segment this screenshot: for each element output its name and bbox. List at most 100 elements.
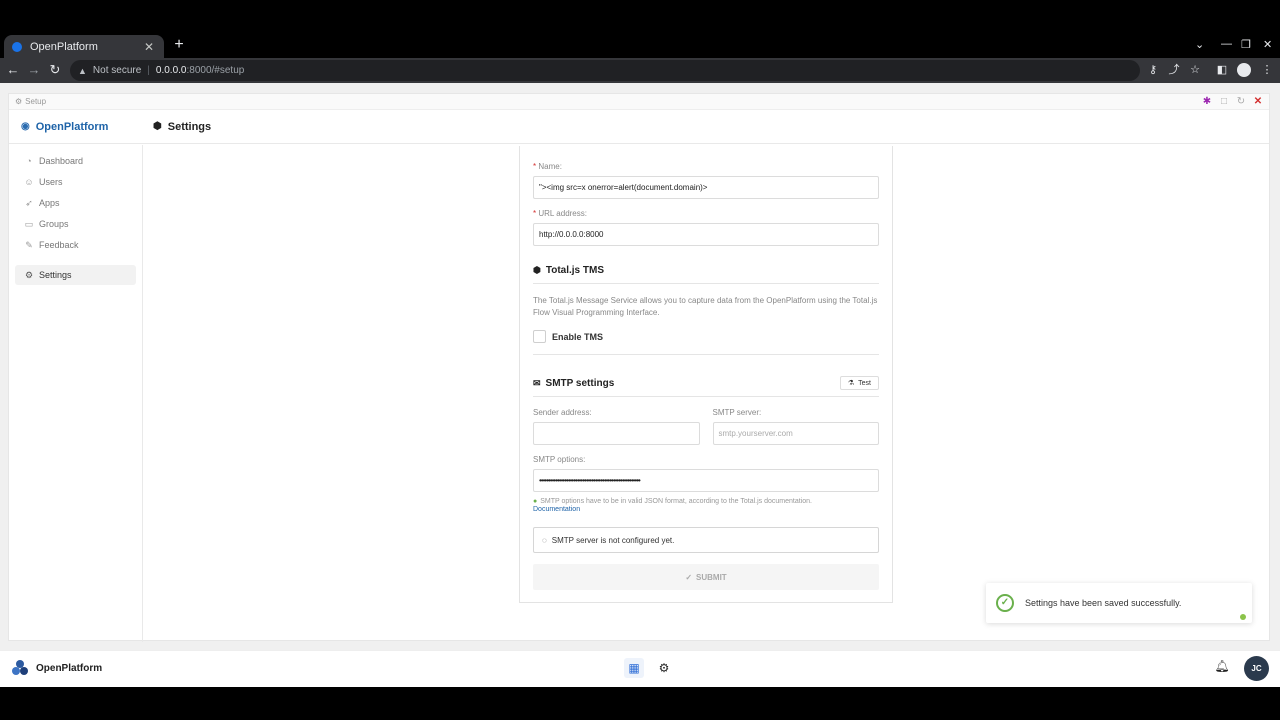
smtp-options-input[interactable]: ••••••••••••••••••••••••••••••••••••••••… [533,469,879,492]
gear-icon: ⚙ [24,269,34,280]
comment-icon: ✎ [25,239,33,250]
warning-icon[interactable]: ▲ [78,66,87,76]
divider [533,283,879,284]
tms-description: The Total.js Message Service allows you … [533,296,878,317]
url-label-text: URL address: [538,209,587,218]
reload-icon[interactable]: ↻ [46,61,64,79]
required-marker: * [533,209,537,218]
documentation-link[interactable]: Documentation [533,506,879,513]
sidebar-item-groups[interactable]: ▭ Groups [15,214,136,234]
tab-favicon-icon [12,42,22,52]
required-marker: * [533,162,537,171]
settings-cog-icon: ⬢ [153,121,162,132]
check-circle-icon: ✓ [685,572,693,582]
toast-indicator [1240,614,1246,620]
smtp-server-input[interactable]: smtp.yourserver.com [712,422,879,445]
tms-icon: ⬢ [533,265,541,275]
info-bulb-icon: ◌ [542,535,547,545]
app-header: ◉ OpenPlatform ⬢ Settings [9,110,1269,144]
sender-address-input[interactable] [533,422,700,445]
sidebar-item-feedback[interactable]: ✎ Feedback [15,235,136,255]
rocket-icon: ➶ [25,197,33,208]
submit-label: SUBMIT [696,572,727,582]
sender-address-label: Sender address: [533,408,592,417]
avatar[interactable]: JC [1244,656,1269,681]
restore-icon[interactable]: ❐ [1241,38,1251,51]
key-icon[interactable]: ⚷ [1145,62,1161,78]
url-path: :8000/#setup [186,65,245,76]
smtp-server-label: SMTP server: [712,408,762,417]
browser-tab[interactable]: OpenPlatform ✕ [4,35,164,59]
window-title: Setup [25,97,47,106]
bug-icon[interactable]: ✱ [1202,96,1212,107]
sidebar-item-label: Feedback [39,240,79,250]
test-button-label: Test [858,379,871,387]
sidepanel-icon[interactable]: ◧ [1214,62,1230,78]
page-viewport: ⚙ Setup ✱ □ ↻ ✕ ◉ OpenPlatform ⬢ Setting… [0,83,1280,687]
brand-name: OpenPlatform [35,120,109,133]
name-label: * Name: [533,162,879,171]
users-icon: ☺ [24,177,34,187]
sidebar-item-settings[interactable]: ⚙ Settings [15,265,136,285]
share-icon[interactable]: ⤴ [1166,62,1182,78]
forward-icon[interactable]: → [25,61,43,79]
not-secure-label[interactable]: Not secure [93,65,141,76]
tab-close-icon[interactable]: ✕ [142,40,156,54]
sidebar-item-users[interactable]: ☺ Users [15,172,136,192]
test-smtp-button[interactable]: ⚗ Test [839,376,879,390]
dock-brand-name: OpenPlatform [36,662,103,674]
sidebar: ◔ Dashboard ☺ Users ➶ Apps ▭ Groups ✎ Fe… [9,145,143,642]
window-titlebar: ⚙ Setup ✱ □ ↻ ✕ [9,94,1269,110]
settings-gear-icon[interactable]: ⚙ [654,658,674,678]
envelope-icon: ✉ [533,378,541,388]
flask-icon: ⚗ [847,380,855,387]
divider [533,396,879,397]
toast-message: Settings have been saved successfully. [1025,598,1182,608]
sidebar-item-label: Settings [39,270,72,280]
refresh-icon[interactable]: ↻ [1236,96,1246,107]
tab-title: OpenPlatform [30,41,98,53]
smtp-help-text: ● SMTP options have to be in valid JSON f… [533,497,879,506]
bookmark-star-icon[interactable]: ☆ [1187,62,1203,78]
smtp-notice-text: SMTP server is not configured yet. [551,535,675,545]
bottom-dock: OpenPlatform ▦ ⚙ 🔔︎ JC [0,650,1280,687]
menu-kebab-icon[interactable]: ⋮ [1259,62,1275,78]
settings-form: * Name: "><img src=x onerror=alert(docum… [519,146,893,603]
enable-tms-row[interactable]: Enable TMS [533,330,879,343]
sidebar-item-apps[interactable]: ➶ Apps [15,193,136,213]
back-icon[interactable]: ← [4,61,22,79]
url-input[interactable]: http://0.0.0.0:8000 [533,223,879,246]
browser-tabstrip [0,0,1280,34]
sidebar-item-label: Dashboard [39,156,84,166]
notifications-bell-icon[interactable]: 🔔︎ [1213,659,1231,677]
folder-icon: ▭ [24,218,34,229]
profile-icon[interactable] [1237,63,1251,77]
minimize-icon[interactable]: — [1221,38,1232,50]
new-tab-button[interactable]: + [170,36,188,54]
address-bar[interactable]: ▲ Not secure | 0.0.0.0:8000/#setup [70,60,1140,81]
maximize-icon[interactable]: □ [1219,96,1229,107]
sidebar-item-label: Groups [39,219,69,229]
sidebar-item-dashboard[interactable]: ◔ Dashboard [15,151,136,171]
brand[interactable]: ◉ OpenPlatform [9,121,143,133]
page-title-text: Settings [167,120,212,133]
enable-tms-checkbox[interactable] [533,330,546,343]
app-window: ⚙ Setup ✱ □ ↻ ✕ ◉ OpenPlatform ⬢ Setting… [8,93,1270,642]
tms-title-text: Total.js TMS [545,265,605,276]
close-window-icon[interactable]: ✕ [1263,38,1272,51]
smtp-section-title: ✉ SMTP settings [533,378,879,389]
apps-grid-icon[interactable]: ▦ [624,658,644,678]
tms-section-title: ⬢ Total.js TMS [533,265,879,276]
browser-toolbar: ← → ↻ ▲ Not secure | 0.0.0.0:8000/#setup… [0,58,1280,83]
submit-button[interactable]: ✓ SUBMIT [533,564,879,590]
dock-brand[interactable]: OpenPlatform [12,660,102,676]
sidebar-item-label: Apps [39,198,60,208]
url-label: * URL address: [533,209,879,218]
name-input[interactable]: "><img src=x onerror=alert(document.doma… [533,176,879,199]
success-toast[interactable]: ✓ Settings have been saved successfully. [986,583,1252,623]
close-icon[interactable]: ✕ [1253,96,1263,107]
smtp-title-text: SMTP settings [545,378,615,389]
brand-logo-icon: ◉ [21,121,30,132]
tab-search-icon[interactable]: ⌄ [1195,38,1204,51]
